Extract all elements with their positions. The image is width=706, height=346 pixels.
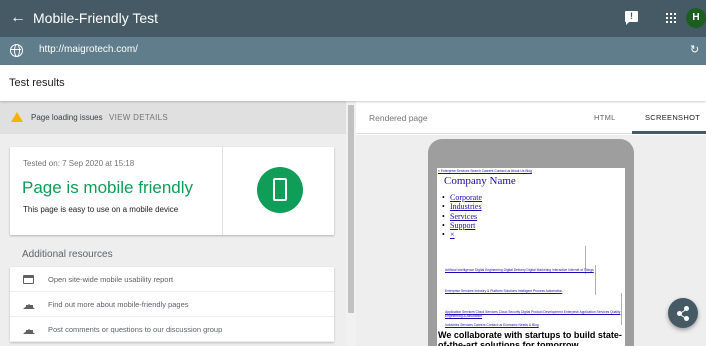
- url-bar: http://maigrotech.com/ ↻: [0, 37, 706, 65]
- active-tab-indicator: [632, 131, 706, 134]
- site-top-nav: × Enterprise Services Search Careers Con…: [438, 169, 532, 173]
- site-tagline: We collaborate with startups to build st…: [438, 330, 622, 346]
- site-link-row: Artificial Intelligence Digital Engineer…: [445, 268, 594, 272]
- avatar[interactable]: H: [686, 8, 706, 28]
- result-subtext: This page is easy to use on a mobile dev…: [23, 205, 179, 214]
- app-bar: ← Mobile-Friendly Test ! H: [0, 0, 706, 37]
- apps-grid-icon[interactable]: [666, 13, 676, 23]
- site-nav-list: Corporate Industries Services Support ×: [442, 193, 482, 240]
- phone-frame: × Enterprise Services Search Careers Con…: [428, 139, 634, 346]
- site-company-name: Company Name: [444, 175, 516, 187]
- feedback-icon[interactable]: !: [625, 11, 638, 25]
- phone-icon: [273, 178, 287, 201]
- resource-item-usability-report[interactable]: Open site-wide mobile usability report: [10, 267, 334, 292]
- resources-list: Open site-wide mobile usability report F…: [10, 267, 334, 342]
- left-panel: Page loading issues VIEW DETAILS Tested …: [0, 101, 346, 346]
- browser-icon: [23, 275, 34, 284]
- site-divider-line: [621, 293, 622, 325]
- tab-html[interactable]: HTML: [594, 113, 616, 122]
- refresh-icon[interactable]: ↻: [690, 43, 699, 56]
- share-icon-line: [679, 308, 688, 315]
- additional-resources-title: Additional resources: [22, 249, 113, 260]
- site-link-row: Enterprise Services Industry & Platform …: [445, 289, 563, 293]
- preview-body: × Enterprise Services Search Careers Con…: [356, 135, 706, 346]
- share-button[interactable]: [668, 298, 698, 328]
- scrollbar-thumb[interactable]: [348, 105, 354, 313]
- site-link-row: Application Services Cloud Services Clou…: [445, 310, 621, 318]
- warning-icon: [11, 112, 23, 122]
- preview-header: Rendered page HTML SCREENSHOT: [356, 101, 706, 134]
- rendered-page-label: Rendered page: [369, 113, 428, 123]
- tested-url[interactable]: http://maigrotech.com/: [39, 44, 138, 55]
- school-icon: [23, 325, 35, 334]
- view-details-button[interactable]: VIEW DETAILS: [109, 113, 168, 122]
- resource-item-learn-more[interactable]: Find out more about mobile-friendly page…: [10, 292, 334, 317]
- right-panel: Rendered page HTML SCREENSHOT × Enterpri…: [356, 101, 706, 346]
- back-arrow-icon[interactable]: ←: [9, 9, 27, 27]
- result-headline: Page is mobile friendly: [22, 178, 194, 197]
- site-nav-item: ×: [442, 230, 482, 240]
- resource-label: Find out more about mobile-friendly page…: [48, 300, 189, 309]
- results-title: Test results: [9, 77, 65, 89]
- page-loading-warning: Page loading issues VIEW DETAILS: [0, 101, 346, 134]
- feedback-glyph: !: [630, 11, 633, 21]
- site-nav-item: Services: [442, 212, 482, 222]
- site-nav-item: Corporate: [442, 193, 482, 203]
- tested-on: Tested on: 7 Sep 2020 at 15:18: [23, 159, 135, 168]
- result-card: Tested on: 7 Sep 2020 at 15:18 Page is m…: [10, 147, 334, 235]
- tab-screenshot[interactable]: SCREENSHOT: [645, 113, 700, 122]
- left-panel-scrollbar[interactable]: [346, 101, 356, 346]
- site-nav-item: Industries: [442, 202, 482, 212]
- site-divider-line: [595, 265, 596, 295]
- mobile-friendly-icon: [257, 167, 303, 213]
- globe-icon: [10, 44, 23, 57]
- app-title: Mobile-Friendly Test: [33, 10, 159, 26]
- card-divider: [222, 147, 223, 235]
- site-link-row: Industries Services Careers Contact us E…: [445, 323, 539, 327]
- school-icon: [23, 300, 35, 309]
- rendered-screenshot: × Enterprise Services Search Careers Con…: [437, 168, 625, 346]
- results-header: Test results: [0, 65, 706, 101]
- resource-item-discussion-group[interactable]: Post comments or questions to our discus…: [10, 317, 334, 342]
- warning-text: Page loading issues: [31, 113, 103, 122]
- resource-label: Post comments or questions to our discus…: [48, 325, 223, 334]
- resource-label: Open site-wide mobile usability report: [48, 275, 174, 284]
- site-nav-item: Support: [442, 221, 482, 231]
